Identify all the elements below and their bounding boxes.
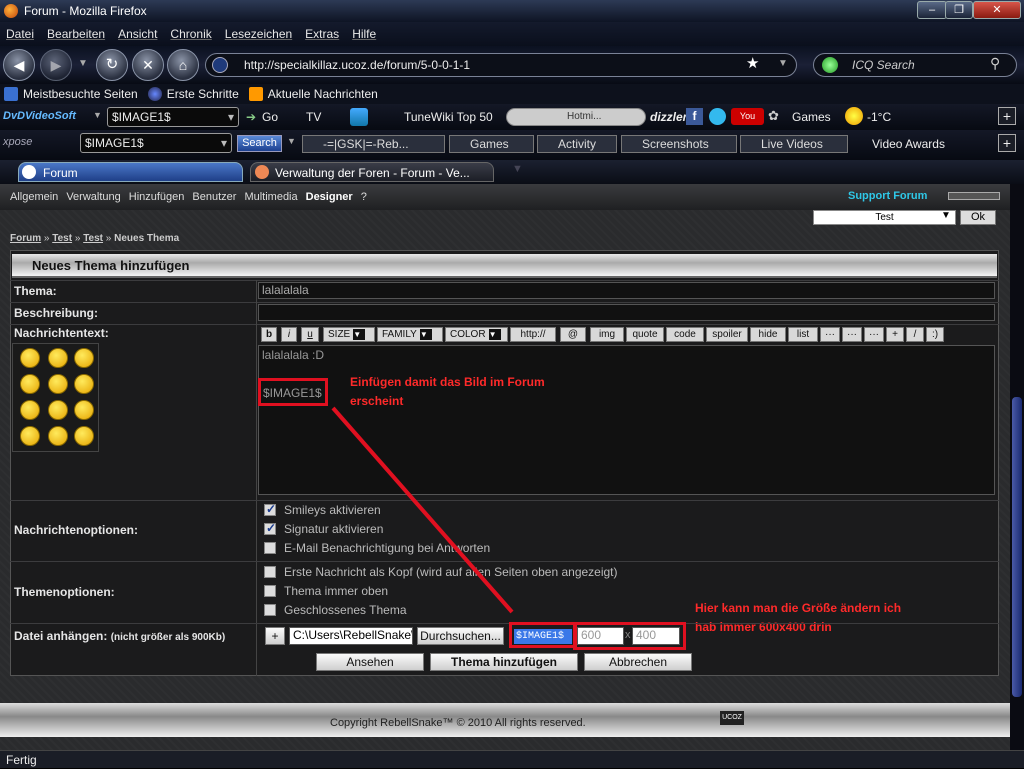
- copyright-text: Copyright RebellSnake™ © 2010 All rights…: [330, 717, 586, 729]
- submit-topic-button[interactable]: Thema hinzufügen: [430, 653, 578, 671]
- status-bar: Fertig: [0, 750, 1024, 768]
- ucoz-badge[interactable]: UCOZ: [720, 711, 744, 725]
- preview-button[interactable]: Ansehen: [316, 653, 424, 671]
- cancel-button[interactable]: Abbrechen: [584, 653, 692, 671]
